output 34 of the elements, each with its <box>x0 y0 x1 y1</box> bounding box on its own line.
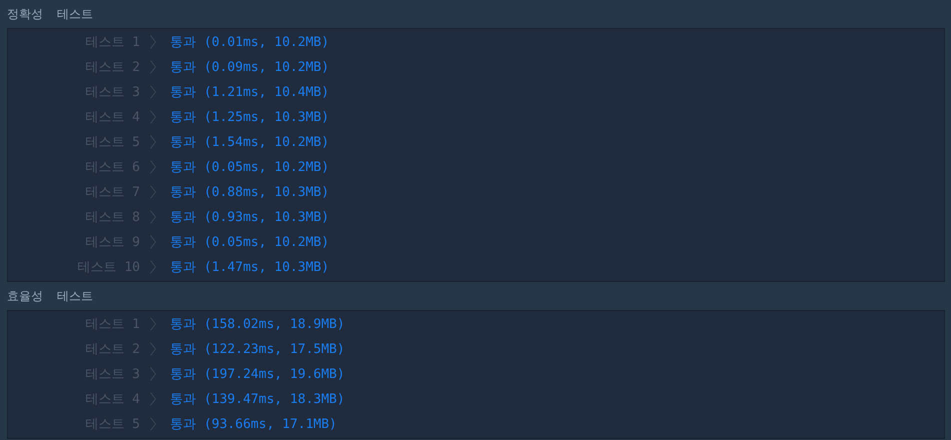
chevron-icon <box>150 84 156 98</box>
chevron-icon <box>150 160 156 174</box>
chevron-icon <box>150 234 156 248</box>
section-title: 효율성 <box>7 288 43 304</box>
test-result: 통과 (197.24ms, 19.6MB) <box>170 366 345 382</box>
chevron-icon <box>150 316 156 330</box>
test-result: 통과 (1.47ms, 10.3MB) <box>170 258 330 276</box>
test-result: 통과 (93.66ms, 17.1MB) <box>170 416 337 432</box>
test-result: 통과 (122.23ms, 17.5MB) <box>170 340 345 358</box>
test-result: 통과 (1.21ms, 10.4MB) <box>170 84 330 100</box>
chevron-icon <box>150 184 156 198</box>
chevron-icon <box>150 392 156 406</box>
test-result: 통과 (0.01ms, 10.2MB) <box>170 34 330 50</box>
chevron-icon <box>150 342 156 356</box>
chevron-icon <box>150 110 156 124</box>
test-result: 통과 (0.05ms, 10.2MB) <box>170 234 330 250</box>
test-result: 통과 (1.54ms, 10.2MB) <box>170 134 330 150</box>
chevron-icon <box>150 134 156 148</box>
test-result: 통과 (0.93ms, 10.3MB) <box>170 208 330 226</box>
section-subtitle: 테스트 <box>57 6 93 22</box>
test-result: 통과 (1.25ms, 10.3MB) <box>170 108 330 126</box>
chevron-icon <box>150 366 156 380</box>
test-result: 통과 (158.02ms, 18.9MB) <box>170 316 345 332</box>
test-result: 통과 (0.05ms, 10.2MB) <box>170 158 330 176</box>
section-subtitle: 테스트 <box>57 288 93 304</box>
test-result: 통과 (0.88ms, 10.3MB) <box>170 184 330 200</box>
test-result: 통과 (139.47ms, 18.3MB) <box>170 390 345 408</box>
chevron-icon <box>150 60 156 74</box>
section-title: 정확성 <box>7 6 43 22</box>
test-result: 통과 (0.09ms, 10.2MB) <box>170 58 330 76</box>
chevron-icon <box>150 34 156 48</box>
chevron-icon <box>150 416 156 430</box>
chevron-icon <box>150 260 156 274</box>
chevron-icon <box>150 210 156 224</box>
